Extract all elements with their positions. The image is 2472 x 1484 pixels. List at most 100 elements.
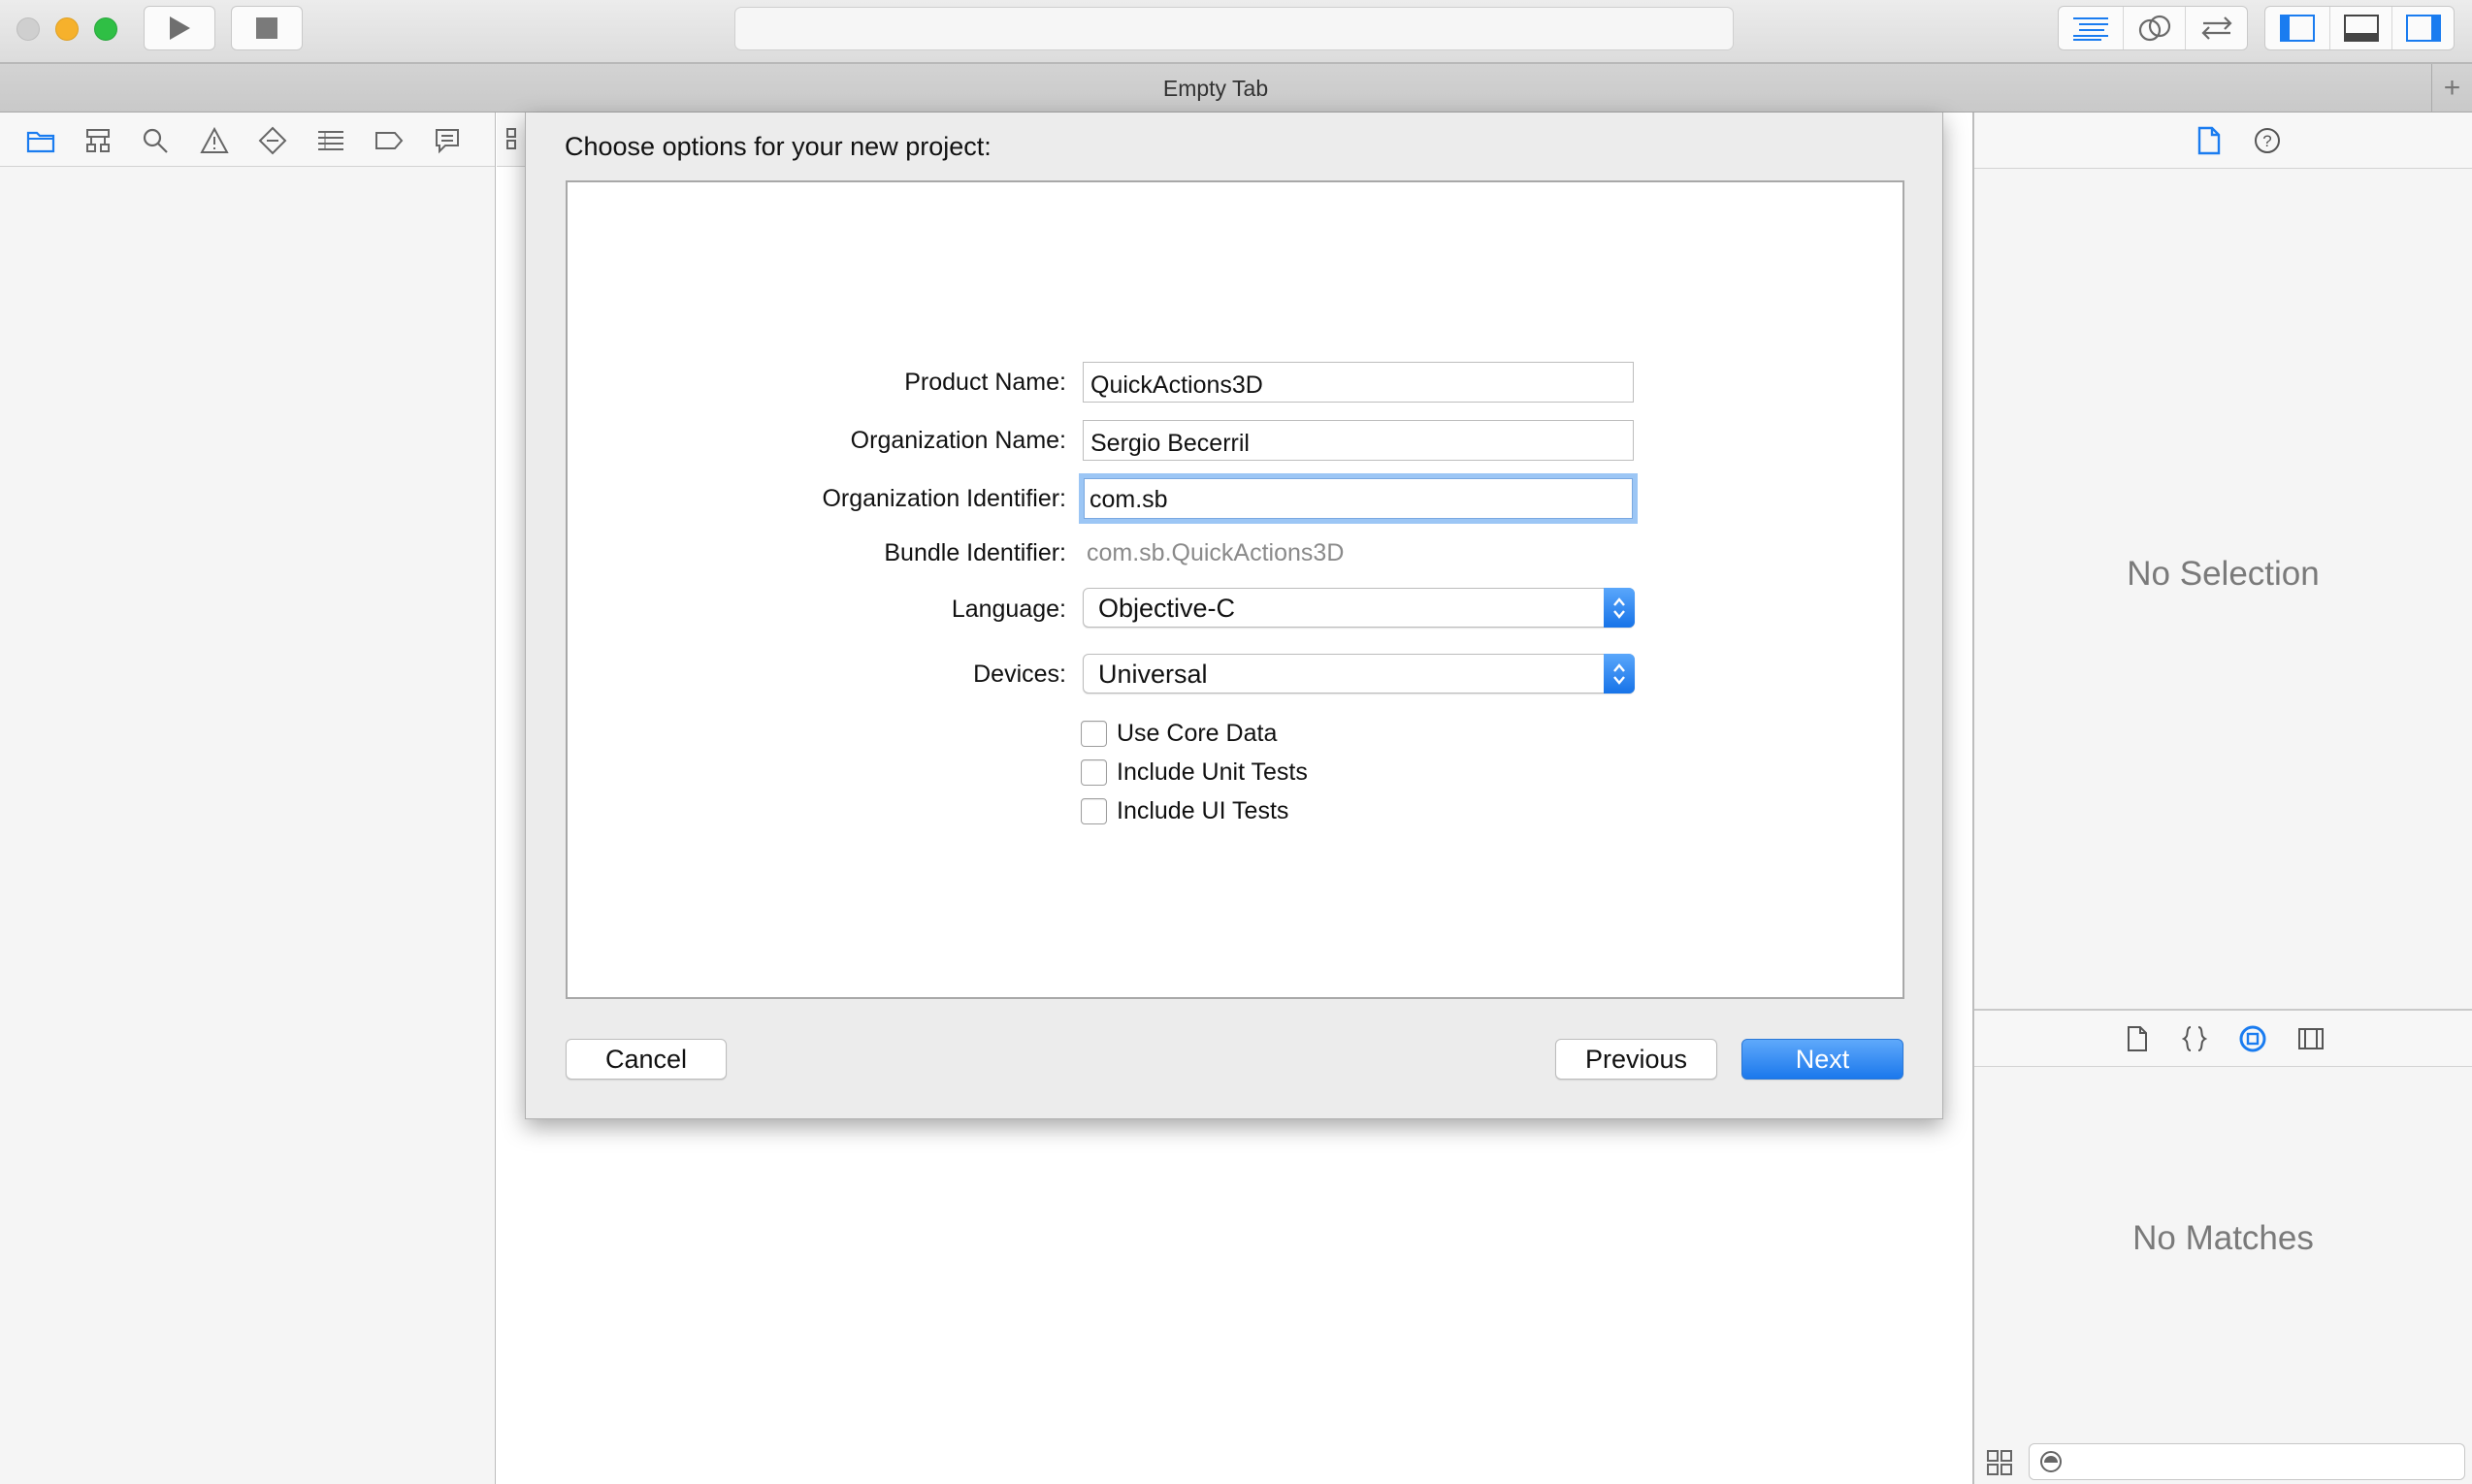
navigator-toggle-icon xyxy=(2280,15,2315,42)
next-button[interactable]: Next xyxy=(1741,1039,1903,1080)
find-navigator-button[interactable] xyxy=(141,126,170,155)
folder-icon xyxy=(26,131,55,153)
version-editor-icon xyxy=(2200,16,2232,40)
tab-empty[interactable]: Empty Tab xyxy=(0,76,2431,102)
product-name-label: Product Name: xyxy=(904,369,1066,396)
debug-toggle-icon xyxy=(2343,15,2379,42)
breakpoint-navigator-button[interactable] xyxy=(374,126,404,155)
navigator-area xyxy=(0,113,496,1484)
file-template-icon xyxy=(2128,1026,2147,1051)
project-navigator-button[interactable] xyxy=(26,126,55,155)
add-tab-button[interactable]: + xyxy=(2431,64,2472,112)
up-down-chevron-icon xyxy=(1613,597,1625,619)
stop-icon xyxy=(256,17,277,39)
file-template-library-button[interactable] xyxy=(2123,1024,2152,1053)
organization-identifier-label: Organization Identifier: xyxy=(822,485,1066,512)
minimize-window-button[interactable] xyxy=(55,17,79,41)
product-name-field[interactable]: QuickActions3D xyxy=(1083,362,1634,403)
organization-identifier-value: com.sb xyxy=(1090,486,1168,513)
file-inspector-button[interactable] xyxy=(2195,126,2224,155)
svg-text:?: ? xyxy=(2262,132,2271,150)
previous-button[interactable]: Previous xyxy=(1555,1039,1717,1080)
debug-toggle-button[interactable] xyxy=(2329,7,2391,49)
language-popup-arrows xyxy=(1604,588,1635,628)
library-filter-field[interactable] xyxy=(2029,1443,2465,1480)
use-core-data-checkbox[interactable]: Use Core Data xyxy=(1081,719,1277,748)
utilities-toggle-icon xyxy=(2405,15,2441,42)
organization-name-label: Organization Name: xyxy=(850,427,1066,454)
filter-icon xyxy=(2040,1451,2062,1472)
test-icon xyxy=(258,126,287,155)
assistant-editor-icon xyxy=(2138,15,2170,42)
object-library-button[interactable] xyxy=(2238,1024,2267,1053)
close-window-button[interactable] xyxy=(16,17,40,41)
checkbox-label: Include UI Tests xyxy=(1117,796,1289,824)
media-library-button[interactable] xyxy=(2296,1024,2326,1053)
assistant-editor-button[interactable] xyxy=(2123,7,2185,49)
issue-navigator-button[interactable] xyxy=(200,126,229,155)
navigator-toggle-button[interactable] xyxy=(2265,7,2329,49)
devices-value: Universal xyxy=(1098,660,1208,689)
checkbox-label: Include Unit Tests xyxy=(1117,758,1308,786)
devices-label: Devices: xyxy=(973,661,1066,688)
include-ui-tests-checkbox[interactable]: Include UI Tests xyxy=(1081,796,1288,825)
devices-popup[interactable]: Universal xyxy=(1083,654,1635,694)
checkbox-label: Use Core Data xyxy=(1117,719,1278,747)
checkbox-box[interactable] xyxy=(1081,797,1107,824)
utilities-toggle-button[interactable] xyxy=(2391,7,2454,49)
hierarchy-icon xyxy=(86,129,110,152)
language-label: Language: xyxy=(951,596,1066,623)
language-value: Objective-C xyxy=(1098,594,1236,623)
library-filter-bar xyxy=(1974,1436,2472,1484)
tab-bar: Empty Tab + xyxy=(0,64,2472,113)
checkbox-box[interactable] xyxy=(1081,758,1107,786)
no-selection-label: No Selection xyxy=(2127,555,2320,593)
zoom-window-button[interactable] xyxy=(94,17,117,41)
editor-jump-bar xyxy=(497,113,526,167)
sheet-title: Choose options for your new project: xyxy=(565,132,992,161)
object-library-icon xyxy=(2239,1025,2266,1052)
quick-help-icon: ? xyxy=(2255,128,2280,153)
activity-viewer xyxy=(734,7,1734,50)
stop-button[interactable] xyxy=(231,6,303,50)
debug-navigator-button[interactable] xyxy=(316,126,345,155)
bundle-identifier-label: Bundle Identifier: xyxy=(884,539,1066,566)
standard-editor-icon xyxy=(2073,17,2108,41)
up-down-chevron-icon xyxy=(1613,662,1625,685)
play-icon xyxy=(170,16,190,40)
language-popup[interactable]: Objective-C xyxy=(1083,588,1635,628)
breakpoint-icon xyxy=(375,132,404,149)
standard-editor-button[interactable] xyxy=(2059,7,2123,49)
devices-popup-arrows xyxy=(1604,654,1635,694)
library-selector-bar xyxy=(1974,1009,2472,1067)
checkbox-box[interactable] xyxy=(1081,720,1107,747)
plus-icon: + xyxy=(2443,71,2461,104)
organization-identifier-field[interactable]: com.sb xyxy=(1079,473,1638,524)
search-icon xyxy=(143,128,168,153)
include-unit-tests-checkbox[interactable]: Include Unit Tests xyxy=(1081,758,1308,787)
utilities-area: ? No Selection No Matches xyxy=(1972,113,2472,1484)
quick-help-button[interactable]: ? xyxy=(2253,126,2282,155)
editor-mode-control xyxy=(2058,6,2248,50)
no-matches-label: No Matches xyxy=(2132,1219,2314,1257)
media-library-icon xyxy=(2298,1028,2324,1049)
debug-icon xyxy=(318,131,343,150)
symbol-navigator-button[interactable] xyxy=(83,126,113,155)
run-button[interactable] xyxy=(144,6,215,50)
code-snippet-icon xyxy=(2182,1026,2207,1051)
grid-view-icon[interactable] xyxy=(1986,1449,2013,1476)
panel-toggle-control xyxy=(2264,6,2455,50)
cancel-button[interactable]: Cancel xyxy=(566,1039,727,1080)
warning-icon xyxy=(200,127,229,153)
bundle-identifier-value: com.sb.QuickActions3D xyxy=(1087,539,1345,566)
organization-name-field[interactable]: Sergio Becerril xyxy=(1083,420,1634,461)
file-inspector-icon xyxy=(2197,126,2221,155)
toolbar xyxy=(0,0,2472,64)
report-navigator-button[interactable] xyxy=(433,126,462,155)
test-navigator-button[interactable] xyxy=(258,126,287,155)
inspector-selector-bar: ? xyxy=(1974,113,2472,169)
version-editor-button[interactable] xyxy=(2185,7,2247,49)
report-icon xyxy=(436,129,459,154)
navigator-selector-bar xyxy=(0,113,495,167)
code-snippet-library-button[interactable] xyxy=(2180,1024,2209,1053)
